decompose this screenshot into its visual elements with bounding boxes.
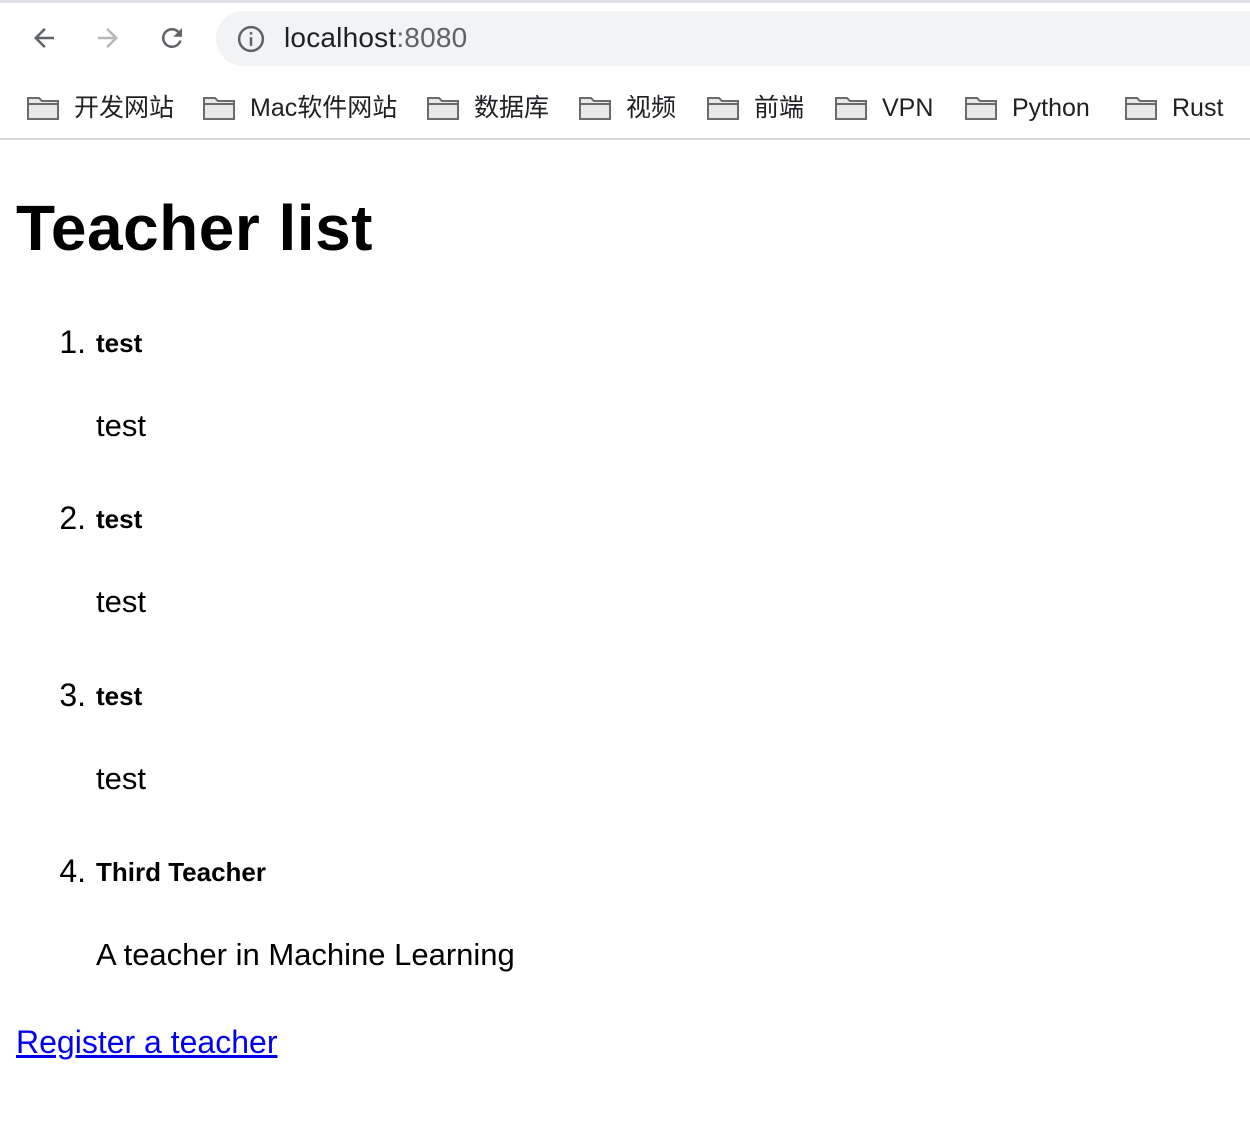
bookmark-label: 视频 <box>626 94 677 122</box>
bookmark-folder[interactable]: Rust <box>1124 88 1223 128</box>
teacher-description: test <box>96 584 146 619</box>
url-port: :8080 <box>396 22 468 53</box>
reload-button[interactable] <box>154 20 190 56</box>
address-bar[interactable]: localhost:8080 <box>216 11 1250 66</box>
list-number: 4. <box>59 853 86 889</box>
teacher-name: Third Teacher <box>96 857 267 887</box>
folder-icon <box>203 97 235 120</box>
folder-icon <box>707 97 739 120</box>
folder-icon <box>427 97 459 120</box>
bookmark-label: VPN <box>882 94 934 122</box>
bookmark-folder[interactable]: Mac软件网站 <box>202 88 397 128</box>
folder-icon <box>835 97 867 120</box>
folder-icon <box>1125 97 1157 120</box>
list-number: 1. <box>59 324 86 360</box>
bookmark-folder[interactable]: 视频 <box>578 88 676 128</box>
bookmark-label: Python <box>1012 94 1090 122</box>
bookmark-label: Rust <box>1172 94 1224 122</box>
folder-icon <box>579 97 611 120</box>
teacher-description: test <box>96 408 146 443</box>
teacher-description: A teacher in Machine Learning <box>96 937 515 972</box>
url-host: localhost <box>284 22 397 53</box>
teacher-name: test <box>96 328 143 358</box>
bookmark-folder[interactable]: Python <box>964 88 1090 128</box>
list-number: 3. <box>59 677 86 713</box>
folder-icon <box>27 97 59 120</box>
arrow-left-icon <box>34 28 54 48</box>
bookmark-label: 前端 <box>754 94 805 122</box>
bookmark-label: 开发网站 <box>74 94 175 122</box>
list-number: 2. <box>59 500 86 536</box>
bookmark-folder[interactable]: 数据库 <box>426 88 549 128</box>
info-icon[interactable] <box>236 24 266 54</box>
teacher-description: test <box>96 761 146 796</box>
folder-icon <box>965 97 997 120</box>
chrome-top-border <box>0 0 1250 3</box>
teacher-name: test <box>96 681 143 711</box>
page-content: Teacher list 1. test test 2. test test 3… <box>0 140 1250 1124</box>
reload-icon <box>161 27 182 48</box>
bookmarks-bar: 开发网站 Mac软件网站 数据库 视频 前端 VPN Python Rust <box>0 78 1250 138</box>
bookmark-folder[interactable]: VPN <box>834 88 933 128</box>
bookmark-label: Mac软件网站 <box>250 94 398 122</box>
page-title: Teacher list <box>16 192 373 264</box>
bookmark-folder[interactable]: 开发网站 <box>26 88 174 128</box>
register-teacher-link[interactable]: Register a teacher <box>16 1022 277 1062</box>
back-button[interactable] <box>26 20 62 56</box>
arrow-right-icon <box>98 28 118 48</box>
teacher-name: test <box>96 504 143 534</box>
browser-chrome: localhost:8080 开发网站 Mac软件网站 数据库 视频 前端 VP… <box>0 0 1250 140</box>
bookmark-label: 数据库 <box>474 94 550 122</box>
url-text[interactable]: localhost:8080 <box>284 21 467 55</box>
forward-button[interactable] <box>90 20 126 56</box>
bookmark-folder[interactable]: 前端 <box>706 88 804 128</box>
